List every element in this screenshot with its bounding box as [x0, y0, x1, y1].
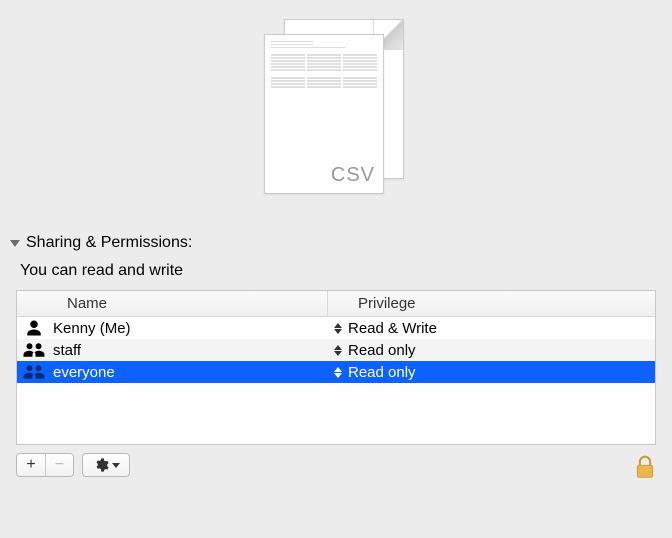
chevron-down-icon: [112, 463, 120, 468]
add-button[interactable]: +: [17, 454, 45, 476]
privilege-stepper-icon[interactable]: [332, 343, 344, 357]
person-icon: [21, 319, 47, 337]
lock-button[interactable]: [634, 455, 656, 479]
row-privilege-cell[interactable]: Read only: [328, 364, 655, 381]
permissions-table: Name Privilege Kenny (Me) Read & Write sta…: [16, 290, 656, 445]
permission-status: You can read and write: [0, 256, 672, 290]
row-name-cell: everyone: [17, 363, 328, 381]
info-window: CSV Sharing & Permissions: You can read …: [0, 0, 672, 538]
row-name-label: everyone: [53, 364, 115, 381]
file-preview-area: CSV: [0, 0, 672, 228]
table-row[interactable]: everyone Read only: [17, 361, 655, 383]
row-name-cell: Kenny (Me): [17, 319, 328, 337]
row-name-cell: staff: [17, 341, 328, 359]
lock-icon: [634, 455, 656, 479]
row-privilege-cell[interactable]: Read & Write: [328, 320, 655, 337]
group-icon: [21, 363, 47, 381]
file-icon: CSV: [264, 19, 408, 209]
row-privilege-label: Read only: [348, 342, 416, 359]
row-privilege-cell[interactable]: Read only: [328, 342, 655, 359]
section-title: Sharing & Permissions:: [26, 234, 192, 252]
add-remove-group: + −: [16, 453, 74, 477]
row-privilege-label: Read & Write: [348, 320, 437, 337]
disclosure-triangle-icon[interactable]: [10, 240, 20, 247]
privilege-stepper-icon[interactable]: [332, 365, 344, 379]
section-header-sharing[interactable]: Sharing & Permissions:: [0, 228, 672, 256]
row-name-label: staff: [53, 342, 81, 359]
privilege-stepper-icon[interactable]: [332, 321, 344, 335]
column-header-name[interactable]: Name: [17, 291, 328, 316]
file-type-label: CSV: [331, 164, 375, 187]
column-header-privilege[interactable]: Privilege: [328, 291, 655, 316]
group-icon: [21, 341, 47, 359]
table-header: Name Privilege: [17, 291, 655, 317]
table-row[interactable]: staff Read only: [17, 339, 655, 361]
table-body: Kenny (Me)Read & WritestaffRead onlyever…: [17, 317, 655, 444]
table-row[interactable]: Kenny (Me) Read & Write: [17, 317, 655, 339]
file-page-front: CSV: [264, 34, 384, 194]
remove-button[interactable]: −: [45, 454, 73, 476]
action-menu-button[interactable]: [82, 453, 130, 477]
bottom-toolbar: + −: [16, 453, 656, 477]
gear-icon: [93, 457, 109, 473]
row-name-label: Kenny (Me): [53, 320, 131, 337]
row-privilege-label: Read only: [348, 364, 416, 381]
